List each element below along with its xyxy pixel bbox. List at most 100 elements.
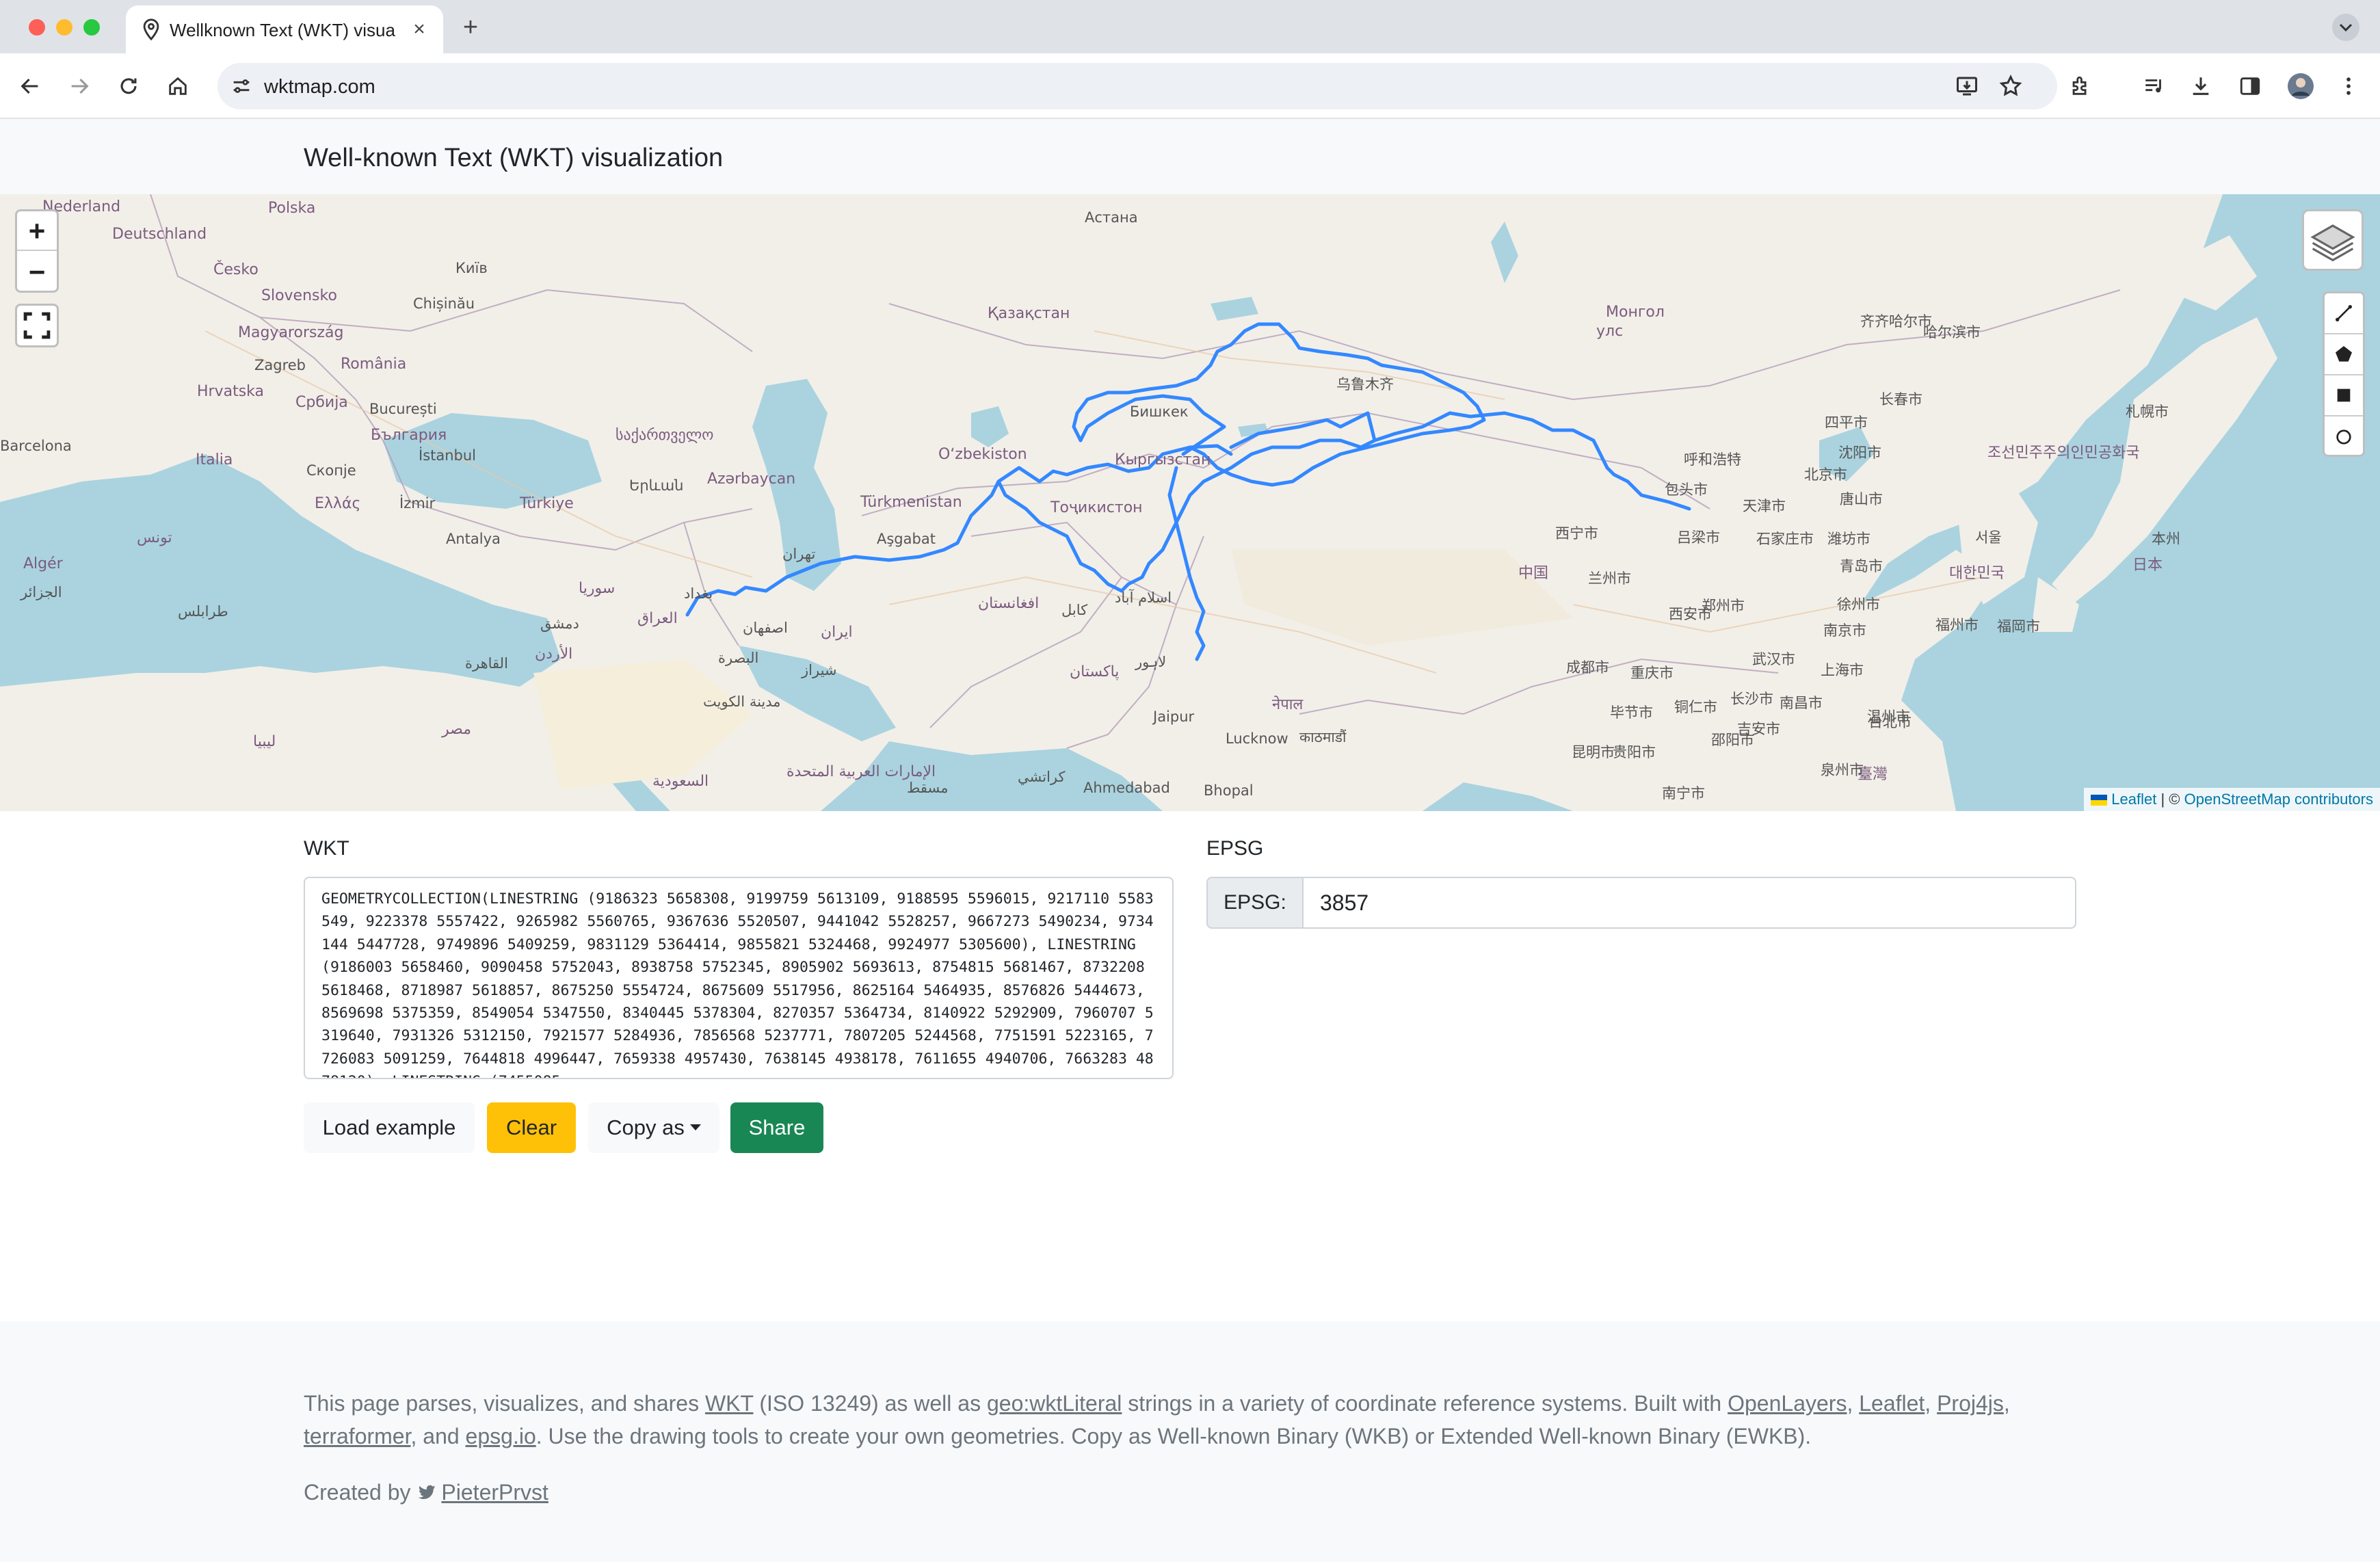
map-place-label: Türkiye [520, 495, 574, 512]
address-bar[interactable]: wktmap.com [217, 63, 2057, 109]
map-place-label: سوريا [579, 580, 616, 597]
map-place-label: 天津市 [1743, 498, 1786, 514]
author-link[interactable]: PieterPrvst [441, 1480, 548, 1505]
map-place-label: Астана [1085, 209, 1138, 226]
window-minimize-button[interactable] [56, 19, 72, 36]
leaflet-footer-link[interactable]: Leaflet [1859, 1391, 1925, 1416]
map-place-label: Algér [23, 555, 63, 572]
map-place-label: Slovensko [261, 287, 337, 304]
layers-button[interactable] [2302, 209, 2364, 271]
map-place-label: Ahmedabad [1083, 780, 1170, 796]
map-place-label: România [341, 356, 407, 373]
zoom-out-button[interactable]: − [17, 252, 57, 292]
map-place-label: 长春市 [1879, 391, 1922, 408]
map-place-label: اسلام آباد [1115, 590, 1172, 606]
wkt-link[interactable]: WKT [705, 1391, 754, 1416]
reload-icon[interactable] [112, 70, 145, 103]
back-icon[interactable] [14, 70, 47, 103]
load-example-button[interactable]: Load example [304, 1102, 475, 1153]
url-text: wktmap.com [264, 76, 375, 98]
forward-icon[interactable] [63, 70, 96, 103]
map-place-label: 泉州市 [1821, 762, 1864, 778]
map-place-label: مسقط [907, 780, 949, 796]
draw-polygon-button[interactable] [2325, 334, 2363, 375]
home-icon[interactable] [161, 70, 194, 103]
map-place-label: 哈尔滨市 [1923, 324, 1981, 341]
install-icon[interactable] [1955, 74, 1979, 98]
download-icon[interactable] [2184, 70, 2217, 103]
map-place-label: 包头市 [1665, 481, 1708, 498]
map-place-label: Монгол [1606, 304, 1665, 321]
leaflet-link[interactable]: Leaflet [2111, 791, 2156, 808]
map-place-label: 吕梁市 [1677, 529, 1720, 546]
terraformer-link[interactable]: terraformer [304, 1424, 410, 1448]
sidepanel-icon[interactable] [2234, 70, 2266, 103]
map-place-label: الأردن [535, 646, 573, 663]
kebab-menu-icon[interactable] [2332, 70, 2365, 103]
draw-polyline-button[interactable] [2325, 293, 2363, 334]
browser-tab[interactable]: Wellknown Text (WKT) visuali × [126, 5, 443, 53]
media-icon[interactable] [2138, 70, 2171, 103]
share-button[interactable]: Share [730, 1102, 823, 1153]
map-place-label: افغانستان [978, 595, 1040, 612]
map-place-label: 毕节市 [1610, 704, 1653, 721]
polygon-icon [2336, 346, 2352, 362]
map-place-label: 中国 [1518, 565, 1549, 582]
draw-circle-button[interactable] [2325, 416, 2363, 458]
map-place-label: 四平市 [1825, 414, 1868, 431]
copy-as-button[interactable]: Copy as [588, 1102, 719, 1153]
map-place-label: 铜仁市 [1674, 699, 1717, 715]
map-place-label: 长沙市 [1730, 691, 1773, 707]
geo-wktliteral-link[interactable]: geo:wktLiteral [987, 1391, 1122, 1416]
location-pin-icon [143, 18, 159, 41]
epsg-io-link[interactable]: epsg.io [466, 1424, 536, 1448]
map-place-label: İstanbul [419, 447, 477, 464]
window-maximize-button[interactable] [83, 19, 100, 36]
osm-link[interactable]: OpenStreetMap contributors [2184, 791, 2373, 808]
chevron-down-icon [2339, 23, 2353, 32]
map[interactable]: Nederland Polska Deutschland Česko Slovensko… [0, 194, 2380, 811]
tab-search-button[interactable] [2332, 14, 2359, 41]
plus-icon[interactable]: + [457, 14, 484, 41]
map-place-label: 齐齐哈尔市 [1860, 313, 1932, 330]
epsg-input[interactable]: 3857 [1302, 877, 2076, 929]
clear-button[interactable]: Clear [487, 1102, 576, 1153]
map-place-label: 郑州市 [1702, 598, 1745, 614]
close-icon[interactable]: × [408, 18, 431, 41]
browser-tabstrip: Wellknown Text (WKT) visuali × + [0, 0, 2380, 53]
fullscreen-button[interactable] [15, 304, 59, 347]
epsg-label: EPSG [1206, 837, 1264, 860]
map-place-label: 西宁市 [1555, 525, 1598, 542]
map-place-label: Deutschland [112, 226, 207, 243]
wkt-textarea[interactable]: GEOMETRYCOLLECTION(LINESTRING (9186323 5… [304, 877, 1174, 1079]
map-place-label: Bhopal [1204, 782, 1254, 799]
map-place-label: 青岛市 [1840, 558, 1883, 574]
created-by-text: Created by [304, 1480, 417, 1505]
map-place-label: مصر [442, 721, 472, 738]
map-place-label: Azərbaycan [707, 471, 796, 488]
map-place-label: Italia [196, 451, 233, 468]
map-place-label: Київ [455, 260, 488, 276]
map-place-label: الإمارات العربية المتحدة [786, 763, 936, 780]
epsg-input-group: EPSG: 3857 [1206, 877, 2076, 929]
window-close-button[interactable] [29, 19, 45, 36]
map-place-label: Türkmenistan [860, 494, 962, 511]
star-icon[interactable] [1998, 74, 2023, 98]
rectangle-icon [2337, 388, 2351, 402]
map-place-label: 南宁市 [1662, 785, 1705, 802]
map-place-label: مدينة الكويت [703, 693, 781, 710]
map-place-label: بغداد [684, 585, 713, 602]
site-settings-icon[interactable] [230, 75, 253, 98]
zoom-in-button[interactable]: + [17, 211, 57, 251]
footer-text: , and [410, 1424, 466, 1448]
map-place-label: 徐州市 [1837, 596, 1880, 613]
proj4js-link[interactable]: Proj4js [1937, 1391, 2004, 1416]
map-place-label: улс [1596, 323, 1624, 340]
polyline-icon [2336, 305, 2352, 321]
draw-rectangle-button[interactable] [2325, 375, 2363, 416]
draw-toolbar [2323, 291, 2365, 457]
extensions-icon[interactable] [2064, 70, 2097, 103]
openlayers-link[interactable]: OpenLayers [1728, 1391, 1847, 1416]
map-place-label: 福州市 [1935, 617, 1979, 633]
avatar[interactable] [2284, 70, 2317, 103]
